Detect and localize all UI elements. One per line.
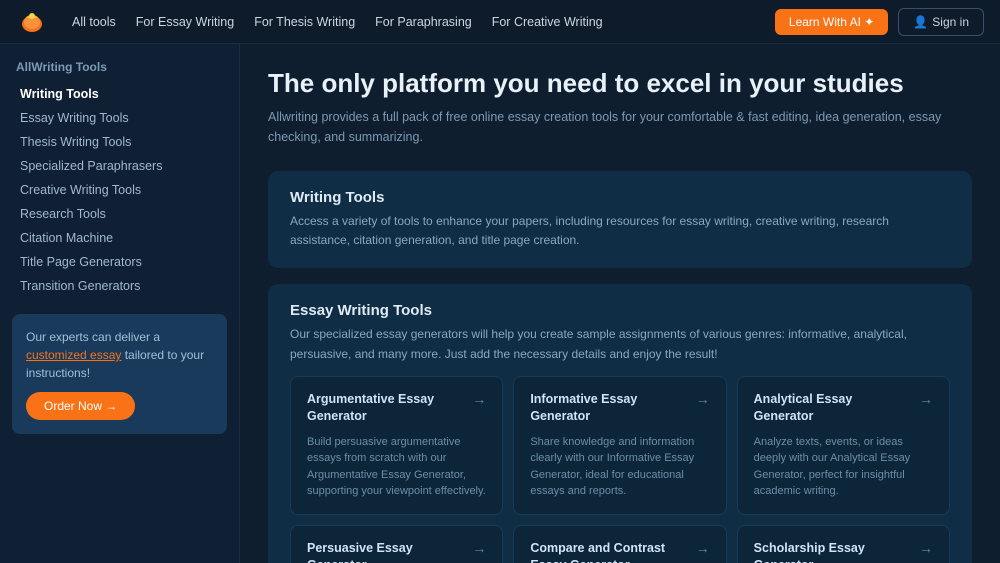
navbar-links: All tools For Essay Writing For Thesis W… — [72, 15, 775, 29]
sidebar-item-title-page-generators[interactable]: Title Page Generators — [12, 250, 227, 274]
sidebar-item-transition-generators[interactable]: Transition Generators — [12, 274, 227, 298]
nav-thesis-writing[interactable]: For Thesis Writing — [254, 15, 355, 29]
sidebar-item-creative-writing-tools[interactable]: Creative Writing Tools — [12, 178, 227, 202]
tool-card-header: Analytical Essay Generator → — [754, 391, 933, 426]
page-subtitle: Allwriting provides a full pack of free … — [268, 107, 972, 147]
analytical-essay-desc: Analyze texts, events, or ideas deeply w… — [754, 434, 933, 500]
tool-card-header: Argumentative Essay Generator → — [307, 391, 486, 426]
learn-with-ai-button[interactable]: Learn With AI ✦ — [775, 9, 888, 35]
informative-essay-generator-card[interactable]: Informative Essay Generator → Share know… — [513, 376, 726, 515]
arrow-icon: → — [472, 540, 486, 556]
sidebar-promo: Our experts can deliver a customized ess… — [12, 314, 227, 434]
promo-text-1: Our experts can deliver a — [26, 330, 160, 344]
sidebar-item-essay-writing-tools[interactable]: Essay Writing Tools — [12, 106, 227, 130]
sidebar: AllWriting Tools Writing Tools Essay Wri… — [0, 44, 240, 563]
writing-tools-card: Writing Tools Access a variety of tools … — [268, 171, 972, 268]
persuasive-essay-title: Persuasive Essay Generator — [307, 540, 472, 563]
tool-card-header: Scholarship Essay Generator → — [754, 540, 933, 563]
nav-paraphrasing[interactable]: For Paraphrasing — [375, 15, 472, 29]
nav-creative-writing[interactable]: For Creative Writing — [492, 15, 603, 29]
arrow-icon: → — [472, 391, 486, 407]
navbar-actions: Learn With AI ✦ 👤 Sign in — [775, 8, 984, 36]
signin-button[interactable]: 👤 Sign in — [898, 8, 984, 36]
scholarship-essay-title: Scholarship Essay Generator — [754, 540, 919, 563]
compare-contrast-essay-title: Compare and Contrast Essay Generator — [530, 540, 695, 563]
nav-essay-writing[interactable]: For Essay Writing — [136, 15, 234, 29]
argumentative-essay-generator-card[interactable]: Argumentative Essay Generator → Build pe… — [290, 376, 503, 515]
essay-writing-tools-title: Essay Writing Tools — [290, 302, 950, 319]
argumentative-essay-desc: Build persuasive argumentative essays fr… — [307, 434, 486, 500]
arrow-icon: → — [696, 540, 710, 556]
sidebar-item-specialized-paraphrasers[interactable]: Specialized Paraphrasers — [12, 154, 227, 178]
order-now-button[interactable]: Order Now → — [26, 392, 135, 420]
informative-essay-desc: Share knowledge and information clearly … — [530, 434, 709, 500]
essay-writing-tools-card: Essay Writing Tools Our specialized essa… — [268, 284, 972, 563]
content-area: The only platform you need to excel in y… — [240, 44, 1000, 563]
arrow-icon: → — [919, 391, 933, 407]
arrow-icon: → — [919, 540, 933, 556]
promo-link[interactable]: customized essay — [26, 348, 121, 362]
page-headline: The only platform you need to excel in y… — [268, 68, 972, 99]
tool-card-header: Informative Essay Generator → — [530, 391, 709, 426]
essay-tools-grid: Argumentative Essay Generator → Build pe… — [290, 376, 950, 563]
tool-card-header: Compare and Contrast Essay Generator → — [530, 540, 709, 563]
writing-tools-desc: Access a variety of tools to enhance you… — [290, 212, 950, 250]
sidebar-item-citation-machine[interactable]: Citation Machine — [12, 226, 227, 250]
sidebar-item-research-tools[interactable]: Research Tools — [12, 202, 227, 226]
sidebar-item-thesis-writing-tools[interactable]: Thesis Writing Tools — [12, 130, 227, 154]
user-icon: 👤 — [913, 15, 928, 29]
tool-card-header: Persuasive Essay Generator → — [307, 540, 486, 563]
sidebar-section-title: AllWriting Tools — [12, 60, 227, 74]
nav-all-tools[interactable]: All tools — [72, 15, 116, 29]
main-layout: AllWriting Tools Writing Tools Essay Wri… — [0, 44, 1000, 563]
logo[interactable] — [16, 6, 48, 38]
compare-contrast-essay-generator-card[interactable]: Compare and Contrast Essay Generator → C… — [513, 525, 726, 563]
arrow-icon: → — [696, 391, 710, 407]
argumentative-essay-title: Argumentative Essay Generator — [307, 391, 472, 426]
scholarship-essay-generator-card[interactable]: Scholarship Essay Generator → Save time … — [737, 525, 950, 563]
analytical-essay-title: Analytical Essay Generator — [754, 391, 919, 426]
sidebar-item-writing-tools[interactable]: Writing Tools — [12, 82, 227, 106]
navbar: All tools For Essay Writing For Thesis W… — [0, 0, 1000, 44]
analytical-essay-generator-card[interactable]: Analytical Essay Generator → Analyze tex… — [737, 376, 950, 515]
persuasive-essay-generator-card[interactable]: Persuasive Essay Generator → Create comp… — [290, 525, 503, 563]
writing-tools-title: Writing Tools — [290, 189, 950, 206]
signin-label: Sign in — [932, 15, 969, 29]
informative-essay-title: Informative Essay Generator — [530, 391, 695, 426]
essay-writing-tools-desc: Our specialized essay generators will he… — [290, 325, 950, 363]
